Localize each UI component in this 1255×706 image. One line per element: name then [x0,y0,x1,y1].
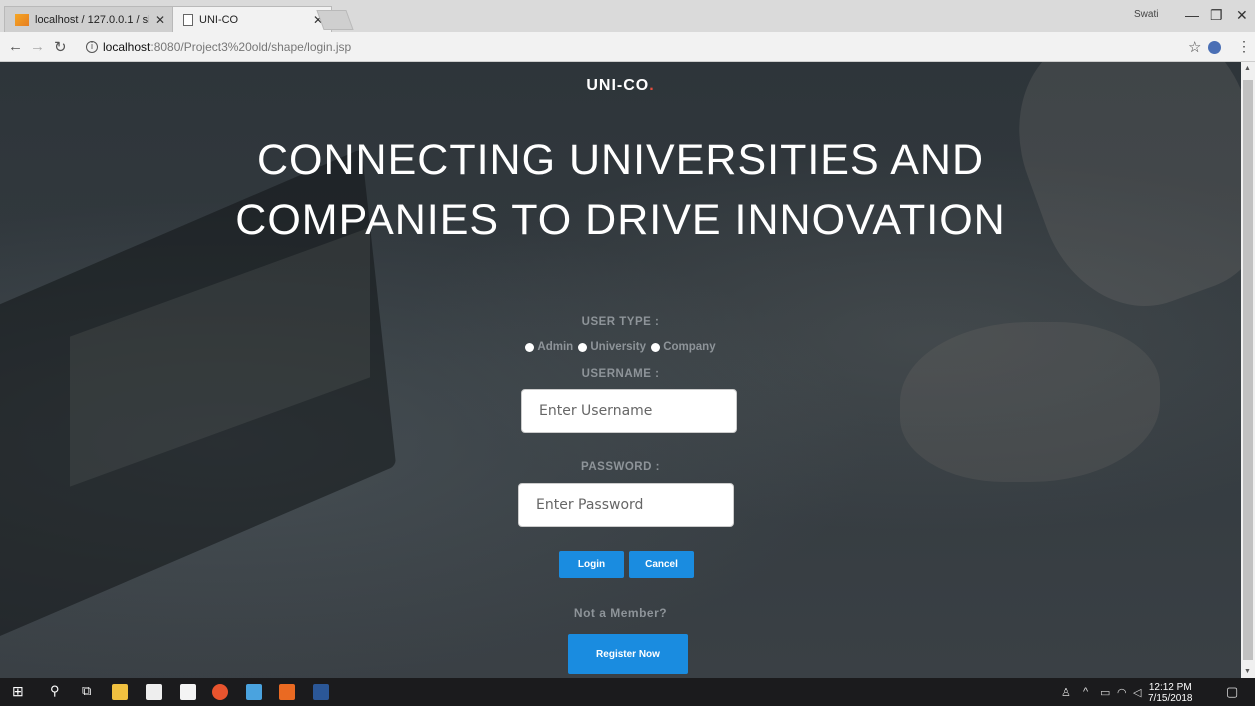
radio-label: University [590,341,646,353]
info-icon[interactable]: i [86,41,98,53]
clock[interactable]: 12:12 PM 7/15/2018 [1148,682,1193,704]
address-bar[interactable]: i localhost :8080/Project3%20old/shape/l… [86,36,1176,58]
headline-line-1: CONNECTING UNIVERSITIES AND [256,136,985,184]
notification-icon[interactable]: ▢ [1226,684,1238,700]
windows-start-icon[interactable]: ⊞ [12,683,28,699]
word-icon[interactable] [313,684,329,700]
xampp-icon[interactable] [279,684,295,700]
close-window-icon[interactable]: ✕ [1236,7,1248,24]
battery-icon[interactable]: ▭ [1100,686,1110,699]
chrome-icon[interactable] [212,684,228,700]
scrollbar-thumb[interactable] [1243,80,1253,660]
people-icon[interactable]: ♙ [1061,686,1071,699]
password-label: PASSWORD : [581,461,660,473]
task-view-icon[interactable]: ⧉ [82,683,98,699]
headline-line-2: COMPANIES TO DRIVE INNOVATION [235,196,1006,244]
username-input[interactable] [521,389,737,433]
browser-tab-bar: localhost / 127.0.0.1 / sh ✕ UNI-CO ✕ Sw… [0,0,1255,32]
tray-chevron-icon[interactable]: ^ [1083,686,1088,698]
radio-button[interactable] [578,342,588,352]
phpmyadmin-icon [15,13,29,26]
windows-taskbar: ⊞ ⚲ ⧉ ♙ ^ ▭ ◠ ◁ 12:12 PM 7/15/2018 ▢ [0,678,1255,706]
url-host: localhost [103,40,151,54]
brand-text: UNI-CO [586,77,650,94]
profile-name[interactable]: Swati [1134,9,1158,20]
tab-title: localhost / 127.0.0.1 / sh [35,13,149,26]
brand-dot: . [649,77,655,94]
back-icon[interactable]: ← [8,38,23,55]
mail-icon[interactable] [180,684,196,700]
tab-phpmyadmin[interactable]: localhost / 127.0.0.1 / sh ✕ [4,6,174,32]
scroll-down-icon[interactable]: ▼ [1244,668,1251,675]
clock-date: 7/15/2018 [1148,693,1193,704]
username-label: USERNAME : [581,368,660,380]
forward-icon[interactable]: → [30,38,45,55]
url-path: :8080/Project3%20old/shape/login.jsp [150,40,352,54]
volume-icon[interactable]: ◁ [1133,686,1141,699]
app-cube-icon[interactable] [246,684,262,700]
radio-label: Admin [537,341,574,353]
page-icon [183,13,193,26]
login-page: UNI-CO. CONNECTING UNIVERSITIES AND COMP… [0,62,1241,678]
search-icon[interactable]: ⚲ [50,683,66,699]
radio-label: Company [663,341,716,353]
file-explorer-icon[interactable] [112,684,128,700]
register-button[interactable]: Register Now [568,634,688,674]
extension-icon[interactable] [1208,41,1221,54]
tab-title: UNI-CO [199,13,239,26]
radio-admin[interactable]: Admin [525,341,573,353]
user-type-radio-group: Admin University Company [0,341,1241,355]
radio-button[interactable] [651,342,661,352]
store-icon[interactable] [146,684,162,700]
new-tab-button[interactable] [316,10,354,30]
user-type-label: USER TYPE : [581,316,660,328]
minimize-icon[interactable]: — [1185,7,1199,23]
restore-icon[interactable]: ❐ [1210,7,1223,24]
clock-time: 12:12 PM [1148,682,1192,693]
page-headline: CONNECTING UNIVERSITIES AND COMPANIES TO… [0,130,1241,250]
brand-logo[interactable]: UNI-CO. [0,77,1241,95]
reload-icon[interactable]: ↻ [54,38,67,56]
radio-button[interactable] [525,342,535,352]
bookmark-star-icon[interactable]: ☆ [1188,38,1201,56]
radio-university[interactable]: University [578,341,646,353]
radio-company[interactable]: Company [651,341,716,353]
menu-icon[interactable]: ⋮ [1237,38,1251,55]
browser-toolbar: ← → ↻ i localhost :8080/Project3%20old/s… [0,32,1255,62]
not-member-text: Not a Member? [573,606,668,620]
scroll-up-icon[interactable]: ▲ [1244,65,1251,72]
login-button[interactable]: Login [559,551,624,578]
close-icon[interactable]: ✕ [155,13,165,27]
password-input[interactable] [518,483,734,527]
wifi-icon[interactable]: ◠ [1117,686,1127,699]
cancel-button[interactable]: Cancel [629,551,694,578]
tab-uni-co[interactable]: UNI-CO ✕ [172,6,332,32]
